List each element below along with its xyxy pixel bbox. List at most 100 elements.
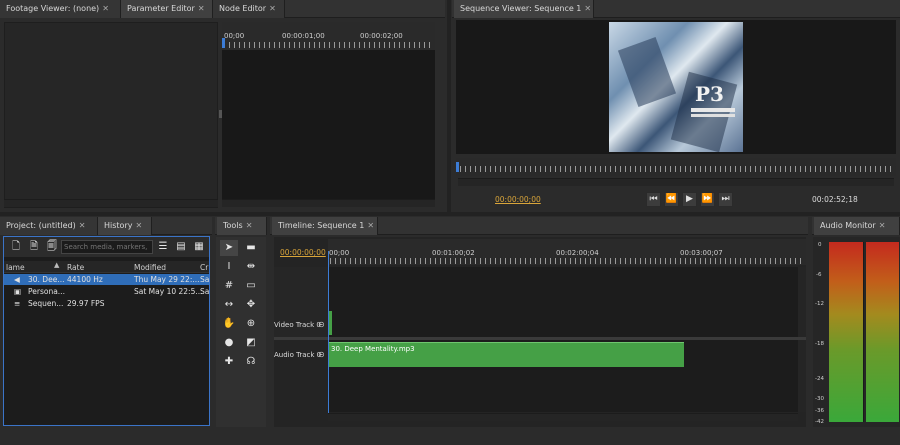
meter-scale: 0 -6 -12 -18 -24 -30 -36 -42 [815,242,829,425]
playhead-marker[interactable] [222,38,225,48]
slide-tool-icon[interactable]: ↔ [220,297,238,313]
close-icon[interactable]: ✕ [198,4,205,13]
close-icon[interactable]: ✕ [135,221,142,230]
open-file-icon[interactable]: 🗎 [25,239,43,255]
slip-tool-icon[interactable]: ▭ [242,278,260,294]
timeline-ruler[interactable]: 00;00 00:01:00;02 00:02:00;04 00:03:00;0… [328,239,806,265]
tab-history[interactable]: History ✕ [98,217,152,235]
ruler-label: 00:00:02;00 [360,32,403,40]
search-input[interactable] [61,240,153,254]
rolling-tool-icon[interactable]: ⇹ [242,259,260,275]
sequence-ruler[interactable] [456,158,896,176]
tab-sequence-viewer[interactable]: Sequence Viewer: Sequence 1 ✕ [454,0,594,18]
tab-label: Node Editor [219,4,267,13]
audio-track-scrollbar[interactable] [798,340,806,412]
tab-audio-monitor[interactable]: Audio Monitor ✕ [814,217,900,235]
item-created: Sa [200,287,210,296]
ruler-label: 00:02:00;04 [556,249,599,257]
tab-label: Tools [223,221,243,230]
horizontal-splitter[interactable] [0,212,900,216]
ruler-label: 00;00 [329,249,350,257]
transition-tool-icon[interactable]: ✥ [242,297,260,313]
sequence-tabbar: Sequence Viewer: Sequence 1 ✕ [452,0,900,18]
go-to-start-button[interactable]: ⏮ [646,192,661,207]
scale-label: -6 [816,272,822,278]
lock-icon[interactable]: ⊝ [318,350,325,359]
scale-label: -42 [815,419,824,425]
keyframe-scrollbar[interactable] [222,199,435,207]
splitter[interactable] [447,0,451,212]
add-tool-icon[interactable]: ◩ [242,335,260,351]
column-header: lame ▲ Rate Modified Cr [4,261,209,273]
keyframe-view[interactable] [222,50,435,200]
lock-icon[interactable]: ⊝ [318,320,325,329]
close-icon[interactable]: ✕ [102,4,109,13]
record-tool-icon[interactable]: ● [220,335,238,351]
project-browser: 🗋 🗎 🗐 ☰ ▤ ▦ lame ▲ Rate Modified Cr ◀ 30… [3,236,210,426]
tab-parameter-editor[interactable]: Parameter Editor ✕ [121,0,213,18]
hand-tool-icon[interactable]: ✋ [220,316,238,332]
audio-icon: ◀ [14,275,20,284]
play-button[interactable]: ▶ [682,192,697,207]
keyframe-ruler[interactable]: 00;00 00:00:01;00 00:00:02;00 [222,22,435,50]
go-to-end-button[interactable]: ⏭ [718,192,733,207]
list-item[interactable]: ◀ 30. Dee... 44100 Hz Thu May 29 22:... … [4,274,209,285]
tab-project[interactable]: Project: (untitled) ✕ [0,217,98,235]
pointer-tool-icon[interactable]: ➤ [220,240,238,256]
video-track-scrollbar[interactable] [798,267,806,337]
icon-view-icon[interactable]: ▦ [190,239,208,255]
timeline-current-time[interactable]: 00:00:00;00 [280,248,326,257]
playhead-marker[interactable] [456,162,459,172]
sequence-scrollbar[interactable] [458,178,894,186]
save-file-icon[interactable]: 🗐 [43,239,61,255]
tab-node-editor[interactable]: Node Editor ✕ [213,0,285,18]
close-icon[interactable]: ✕ [367,221,374,230]
razor-tool-icon[interactable]: # [220,278,238,294]
edit-tool-icon[interactable]: ▬ [242,240,260,256]
zoom-tool-icon[interactable]: ⊕ [242,316,260,332]
rewind-button[interactable]: ⏪ [664,192,679,207]
item-modified: Sat May 10 22:5... [134,287,203,296]
list-item[interactable]: ▣ Persona... Sat May 10 22:5... Sa [4,286,209,297]
item-name: Sequen... [28,299,64,308]
headphones-icon[interactable]: ☊ [242,354,260,370]
close-icon[interactable]: ✕ [246,221,253,230]
column-name[interactable]: lame [6,263,25,272]
tab-footage-viewer[interactable]: Footage Viewer: (none) ✕ [0,0,121,18]
close-icon[interactable]: ✕ [584,4,591,13]
list-view-icon[interactable]: ☰ [154,239,172,255]
footage-tabbar: Footage Viewer: (none) ✕ Parameter Editor… [0,0,445,18]
list-item[interactable]: ≡ Sequen... 29.97 FPS [4,298,209,309]
image-icon: ▣ [14,287,22,296]
timeline-scrollbar[interactable] [328,413,798,421]
left-channel-meter [829,242,864,422]
new-file-icon[interactable]: 🗋 [7,239,25,255]
video-track[interactable] [328,267,798,337]
tab-label: Parameter Editor [127,4,195,13]
current-time[interactable]: 00:00:00;00 [495,195,541,204]
close-icon[interactable]: ✕ [269,4,276,13]
ruler-ticks [460,166,892,172]
tab-timeline[interactable]: Timeline: Sequence 1 ✕ [272,217,378,235]
timeline-playhead[interactable] [328,251,329,413]
column-modified[interactable]: Modified [134,263,166,272]
add-track-icon[interactable]: ✚ [220,354,238,370]
tab-label: Audio Monitor [820,221,876,230]
item-created: Sa [200,275,210,284]
right-channel-meter [866,242,899,422]
tree-view-icon[interactable]: ▤ [172,239,190,255]
ripple-tool-icon[interactable]: Ⅰ [220,259,238,275]
parameter-scrollbar[interactable] [4,199,218,207]
ruler-label: 00:03:00;07 [680,249,723,257]
audio-clip[interactable]: 30. Deep Mentality.mp3 [329,342,684,367]
logo-bar [691,108,735,112]
tab-label: Timeline: Sequence 1 [278,221,365,230]
close-icon[interactable]: ✕ [79,221,86,230]
tab-tools[interactable]: Tools ✕ [217,217,267,235]
tools-panel: ➤ ▬ Ⅰ ⇹ # ▭ ↔ ✥ ✋ ⊕ ● ◩ ✚ ☊ [216,237,266,427]
fast-forward-button[interactable]: ⏩ [700,192,715,207]
close-icon[interactable]: ✕ [879,221,886,230]
column-rate[interactable]: Rate [67,263,84,272]
column-created[interactable]: Cr [200,263,208,272]
audio-track-label: Audio Track 0 [274,351,322,359]
